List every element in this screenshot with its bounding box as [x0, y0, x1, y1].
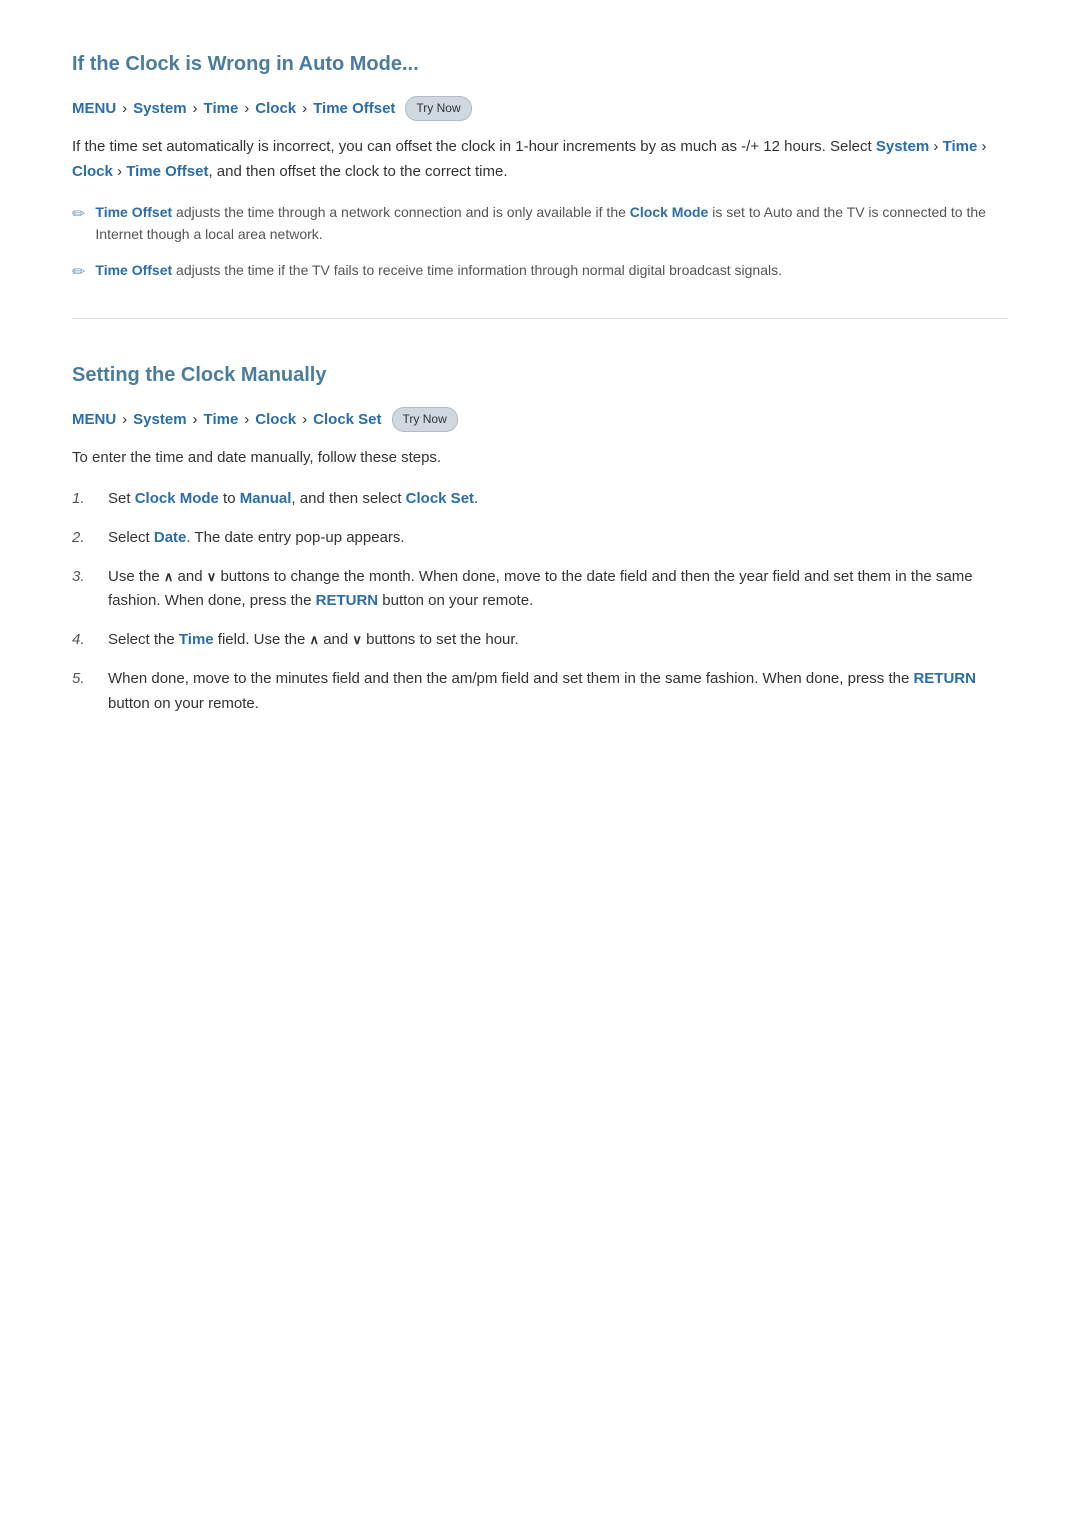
breadcrumb-section1: MENU › System › Time › Clock › Time Offs… [72, 96, 1008, 121]
breadcrumb2-time: Time [204, 408, 239, 432]
breadcrumb-sep-4: › [302, 97, 307, 121]
inline-timeoffset-1: Time Offset [126, 163, 208, 180]
section2-title: Setting the Clock Manually [72, 359, 1008, 391]
note-list-section1: ✏ Time Offset adjusts the time through a… [72, 201, 1008, 286]
step-content-3: Use the ∧ and ∨ buttons to change the mo… [108, 565, 1008, 615]
breadcrumb-menu: MENU [72, 97, 116, 121]
section-auto-mode: If the Clock is Wrong in Auto Mode... ME… [72, 48, 1008, 286]
note-item-1: ✏ Time Offset adjusts the time through a… [72, 201, 1008, 246]
step-content-1: Set Clock Mode to Manual, and then selec… [108, 487, 1008, 512]
down-arrow-2: ∨ [352, 632, 362, 647]
step5-return: RETURN [913, 670, 976, 687]
note-text-2: Time Offset adjusts the time if the TV f… [95, 259, 782, 281]
section1-body: If the time set automatically is incorre… [72, 135, 1008, 185]
note-timeoffset-highlight-1: Time Offset [95, 204, 172, 220]
step-num-1: 1. [72, 487, 108, 512]
try-now-badge-2[interactable]: Try Now [392, 407, 458, 432]
note-timeoffset-highlight-2: Time Offset [95, 262, 172, 278]
inline-clock-1: Clock [72, 163, 113, 180]
step-5: 5. When done, move to the minutes field … [72, 667, 1008, 717]
breadcrumb2-system: System [133, 408, 186, 432]
pencil-icon-1: ✏ [72, 202, 85, 228]
inline-time-1: Time [943, 138, 978, 155]
up-arrow-1: ∧ [164, 569, 174, 584]
step-4: 4. Select the Time field. Use the ∧ and … [72, 628, 1008, 653]
section-manual-clock: Setting the Clock Manually MENU › System… [72, 359, 1008, 716]
breadcrumb2-sep-1: › [122, 408, 127, 432]
breadcrumb2-sep-2: › [193, 408, 198, 432]
breadcrumb-clock: Clock [255, 97, 296, 121]
inline-system-1: System [876, 138, 929, 155]
breadcrumb-time-offset: Time Offset [313, 97, 395, 121]
steps-list: 1. Set Clock Mode to Manual, and then se… [72, 487, 1008, 716]
breadcrumb-system: System [133, 97, 186, 121]
step3-return: RETURN [316, 592, 379, 609]
step-num-4: 4. [72, 628, 108, 653]
breadcrumb-sep-2: › [193, 97, 198, 121]
step-num-5: 5. [72, 667, 108, 692]
step2-date: Date [154, 529, 187, 546]
step-3: 3. Use the ∧ and ∨ buttons to change the… [72, 565, 1008, 615]
breadcrumb-time: Time [204, 97, 239, 121]
step-num-2: 2. [72, 526, 108, 551]
note-text-1: Time Offset adjusts the time through a n… [95, 201, 1008, 246]
step-content-5: When done, move to the minutes field and… [108, 667, 1008, 717]
breadcrumb2-sep-4: › [302, 408, 307, 432]
step1-manual: Manual [240, 490, 292, 507]
try-now-badge-1[interactable]: Try Now [405, 96, 471, 121]
step-num-3: 3. [72, 565, 108, 590]
note-item-2: ✏ Time Offset adjusts the time if the TV… [72, 259, 1008, 286]
section1-title: If the Clock is Wrong in Auto Mode... [72, 48, 1008, 80]
breadcrumb-section2: MENU › System › Time › Clock › Clock Set… [72, 407, 1008, 432]
up-arrow-2: ∧ [310, 632, 320, 647]
section-divider [72, 318, 1008, 319]
breadcrumb2-sep-3: › [244, 408, 249, 432]
pencil-icon-2: ✏ [72, 260, 85, 286]
step4-time: Time [179, 631, 214, 648]
step1-clockset: Clock Set [406, 490, 474, 507]
section2-intro: To enter the time and date manually, fol… [72, 446, 1008, 471]
breadcrumb-sep-1: › [122, 97, 127, 121]
step1-clockmode: Clock Mode [135, 490, 219, 507]
note-clockmode-highlight-1: Clock Mode [630, 204, 709, 220]
breadcrumb2-clock: Clock [255, 408, 296, 432]
breadcrumb2-menu: MENU [72, 408, 116, 432]
breadcrumb-sep-3: › [244, 97, 249, 121]
down-arrow-1: ∨ [207, 569, 217, 584]
step-content-2: Select Date. The date entry pop-up appea… [108, 526, 1008, 551]
step-content-4: Select the Time field. Use the ∧ and ∨ b… [108, 628, 1008, 653]
step-1: 1. Set Clock Mode to Manual, and then se… [72, 487, 1008, 512]
breadcrumb2-clockset: Clock Set [313, 408, 381, 432]
step-2: 2. Select Date. The date entry pop-up ap… [72, 526, 1008, 551]
